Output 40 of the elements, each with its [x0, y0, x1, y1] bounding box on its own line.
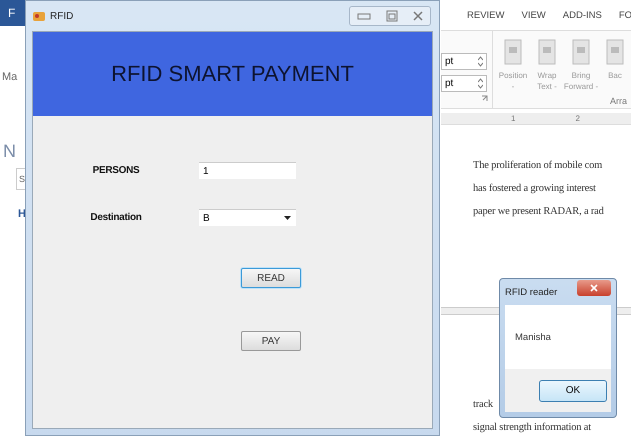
header-banner: RFID SMART PAYMENT: [33, 32, 432, 116]
ribbon-tab[interactable]: VIEW: [521, 10, 546, 21]
pane-link[interactable]: H: [18, 208, 25, 220]
form-button[interactable]: PAY: [241, 331, 301, 351]
document-text: The proliferation of mobile com: [473, 159, 604, 174]
group-label: Arra: [610, 96, 627, 106]
text-field[interactable]: 1: [199, 162, 296, 179]
maximize-icon[interactable]: [386, 10, 398, 22]
field-label: PERSONS: [92, 165, 140, 176]
field-label: Destination: [89, 212, 143, 223]
dialog-launcher-icon[interactable]: [481, 95, 488, 102]
layout-icon: [538, 39, 556, 66]
close-icon: [590, 284, 598, 292]
close-icon[interactable]: [412, 10, 424, 22]
dialog-message: Manisha: [515, 332, 551, 342]
file-tab[interactable]: F: [0, 0, 25, 26]
window-title: RFID: [50, 10, 74, 22]
ribbon-tab[interactable]: REVIEW: [467, 10, 504, 21]
ribbon-tab[interactable]: ADD-INS: [562, 10, 602, 21]
document-text: has fostered a growing interest: [473, 182, 597, 196]
ruler: 1 2: [441, 113, 631, 126]
app-icon: [32, 10, 46, 22]
dialog-title: RFID reader: [505, 286, 558, 298]
layout-icon: [504, 39, 522, 66]
layout-icon: [606, 39, 624, 66]
layout-icon: [572, 39, 590, 66]
close-button[interactable]: [577, 280, 611, 296]
spinner-field[interactable]: pt: [441, 75, 487, 92]
ok-button[interactable]: OK: [539, 380, 607, 402]
document-text: paper we present RADAR, a rad: [473, 205, 605, 220]
spinner-field[interactable]: pt: [441, 53, 487, 70]
ribbon-label: Ma: [2, 71, 18, 83]
spin-arrows-icon[interactable]: [478, 56, 483, 68]
document-text: track: [473, 398, 494, 412]
caret-icon: [284, 216, 291, 220]
document-text: signal strength information at: [473, 421, 592, 436]
spin-arrows-icon[interactable]: [478, 78, 483, 90]
dropdown[interactable]: B: [199, 209, 296, 226]
form-button[interactable]: READ: [241, 268, 301, 288]
pane-heading: N: [3, 141, 16, 162]
